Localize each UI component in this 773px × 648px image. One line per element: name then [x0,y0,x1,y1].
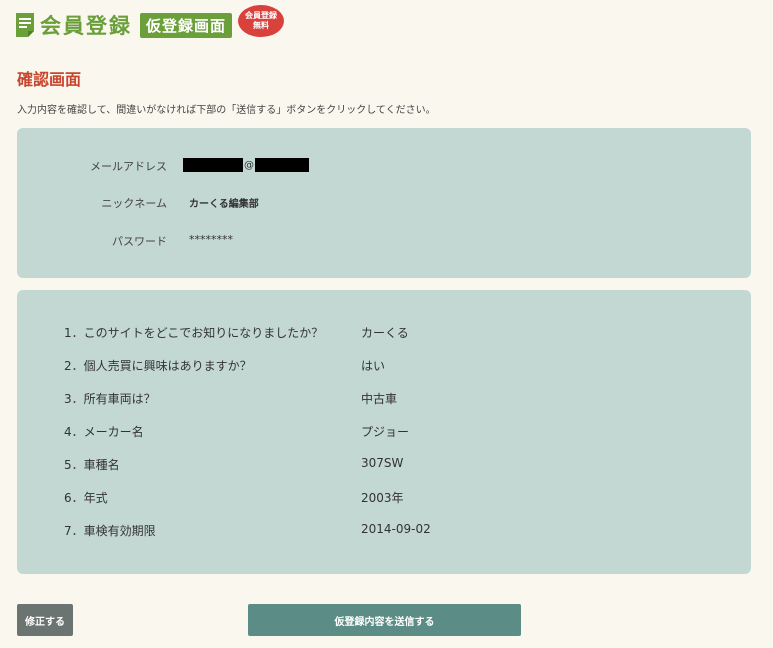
survey-row: 3．所有車両は？ 中古車 [17,390,751,408]
account-info-panel: メールアドレス @ ニックネーム カーくる編集部 パスワード ******** [17,128,751,278]
submit-registration-button[interactable]: 仮登録内容を送信する [248,604,521,636]
nickname-value: カーくる編集部 [189,199,259,210]
nickname-row: ニックネーム カーくる編集部 [17,195,751,211]
nickname-label: ニックネーム [101,197,167,210]
survey-question: 3．所有車両は？ [64,392,156,406]
edit-button[interactable]: 修正する [17,604,73,636]
survey-answer: 2014-09-02 [361,522,431,536]
free-registration-bubble: 会員登録 無料 [238,5,285,37]
survey-answer: カーくる [361,326,409,340]
password-row: パスワード ******** [17,233,751,249]
survey-answer: 307SW [361,456,404,470]
survey-question: 2．個人売買に興味はありますか？ [64,359,252,373]
email-row: メールアドレス @ [17,158,751,174]
survey-answer: 中古車 [361,392,398,406]
survey-answer: 2003年 [361,491,404,505]
survey-question: 6．年式 [64,491,108,505]
bubble-line-1: 会員登録 [245,11,278,20]
redacted-block [183,158,243,172]
email-at-sign: @ [244,159,254,171]
document-icon [16,13,34,37]
page-title: 確認画面 [17,70,82,89]
survey-question: 5．車種名 [64,458,120,472]
survey-row: 2．個人売買に興味はありますか？ はい [17,357,751,375]
email-value: @ [183,158,309,172]
survey-row: 5．車種名 307SW [17,456,751,474]
temporary-registration-badge: 仮登録画面 [140,12,233,38]
bubble-line-2: 無料 [253,21,270,30]
survey-row: 4．メーカー名 プジョー [17,423,751,441]
redacted-block [255,158,309,172]
site-header: 会員登録 仮登録画面 会員登録 無料 [16,5,285,40]
survey-answer: はい [361,359,386,373]
password-label: パスワード [112,235,167,248]
survey-question: 1．このサイトをどこでお知りになりましたか？ [64,326,324,340]
survey-answers-panel: 1．このサイトをどこでお知りになりましたか？ カーくる 2．個人売買に興味はあり… [17,290,751,574]
survey-answer: プジョー [361,425,410,439]
survey-question: 4．メーカー名 [64,425,144,439]
survey-row: 1．このサイトをどこでお知りになりましたか？ カーくる [17,324,751,342]
survey-question: 7．車検有効期限 [64,524,156,538]
password-value: ******** [189,233,233,246]
survey-row: 6．年式 2003年 [17,489,751,507]
site-title: 会員登録 [40,14,132,38]
instruction-text: 入力内容を確認して、間違いがなければ下部の「送信する」ボタンをクリックしてくださ… [17,105,436,116]
survey-row: 7．車検有効期限 2014-09-02 [17,522,751,540]
email-label: メールアドレス [90,160,167,173]
